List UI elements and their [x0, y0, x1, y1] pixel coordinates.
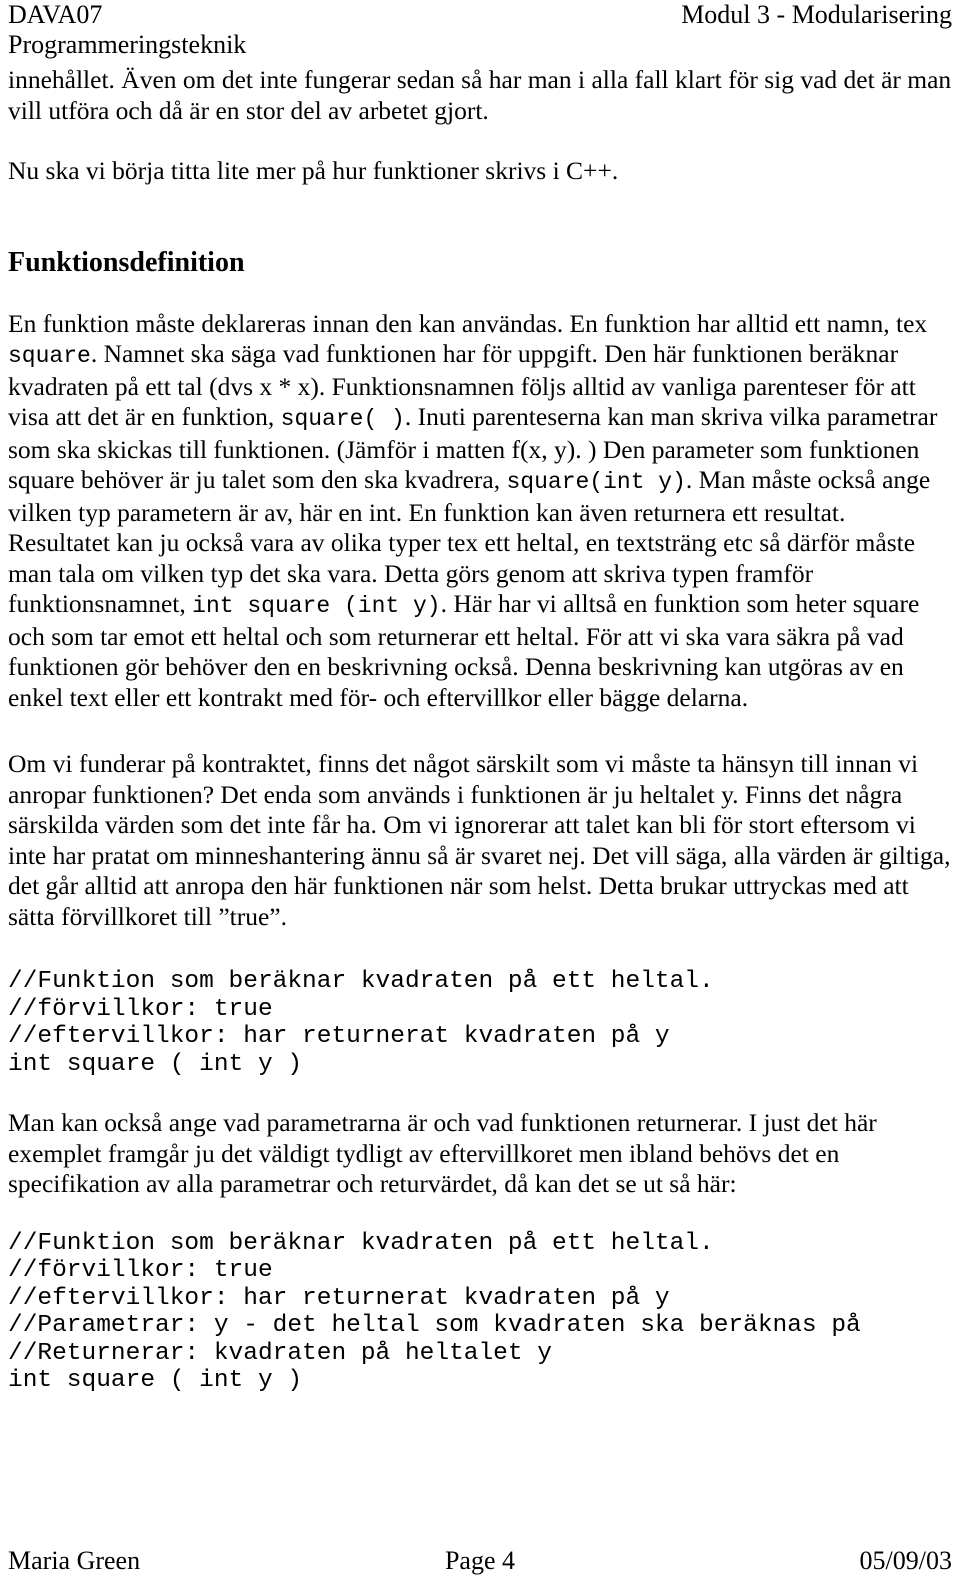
paragraph-intro: innehållet. Även om det inte fungerar se… — [8, 65, 952, 125]
header-module: Modul 3 - Modularisering — [681, 0, 952, 29]
footer-date: 05/09/03 — [859, 1546, 952, 1575]
def-text-1: En funktion måste deklareras innan den k… — [8, 308, 928, 338]
header-course-code: DAVA07 — [8, 0, 103, 29]
inline-code-square-parens: square( ) — [280, 406, 405, 432]
document-page: DAVA07 Programmeringsteknik Modul 3 - Mo… — [0, 0, 960, 1588]
code-block-contract-simple: //Funktion som beräknar kvadraten på ett… — [8, 968, 714, 1078]
header-course-block: DAVA07 Programmeringsteknik — [8, 0, 246, 60]
footer-page-number: Page 4 — [444, 1546, 516, 1575]
inline-code-square-int-y: square(int y) — [506, 469, 686, 495]
header-course-name: Programmeringsteknik — [8, 30, 247, 59]
inline-code-square: square — [8, 343, 91, 369]
paragraph-contract: Om vi funderar på kontraktet, finns det … — [8, 749, 951, 931]
section-heading-funktionsdefinition: Funktionsdefinition — [8, 246, 245, 278]
paragraph-function-definition: En funktion måste deklareras innan den k… — [8, 309, 952, 714]
paragraph-cpp-intro: Nu ska vi börja titta lite mer på hur fu… — [8, 156, 619, 185]
paragraph-parameters: Man kan också ange vad parametrarna är o… — [8, 1108, 877, 1198]
document-footer: Maria Green Page 4 05/09/03 — [8, 1544, 952, 1578]
code-block-contract-full: //Funktion som beräknar kvadraten på ett… — [8, 1229, 861, 1395]
document-header: DAVA07 Programmeringsteknik Modul 3 - Mo… — [8, 0, 952, 59]
inline-code-int-square-int-y: int square (int y) — [192, 593, 441, 619]
